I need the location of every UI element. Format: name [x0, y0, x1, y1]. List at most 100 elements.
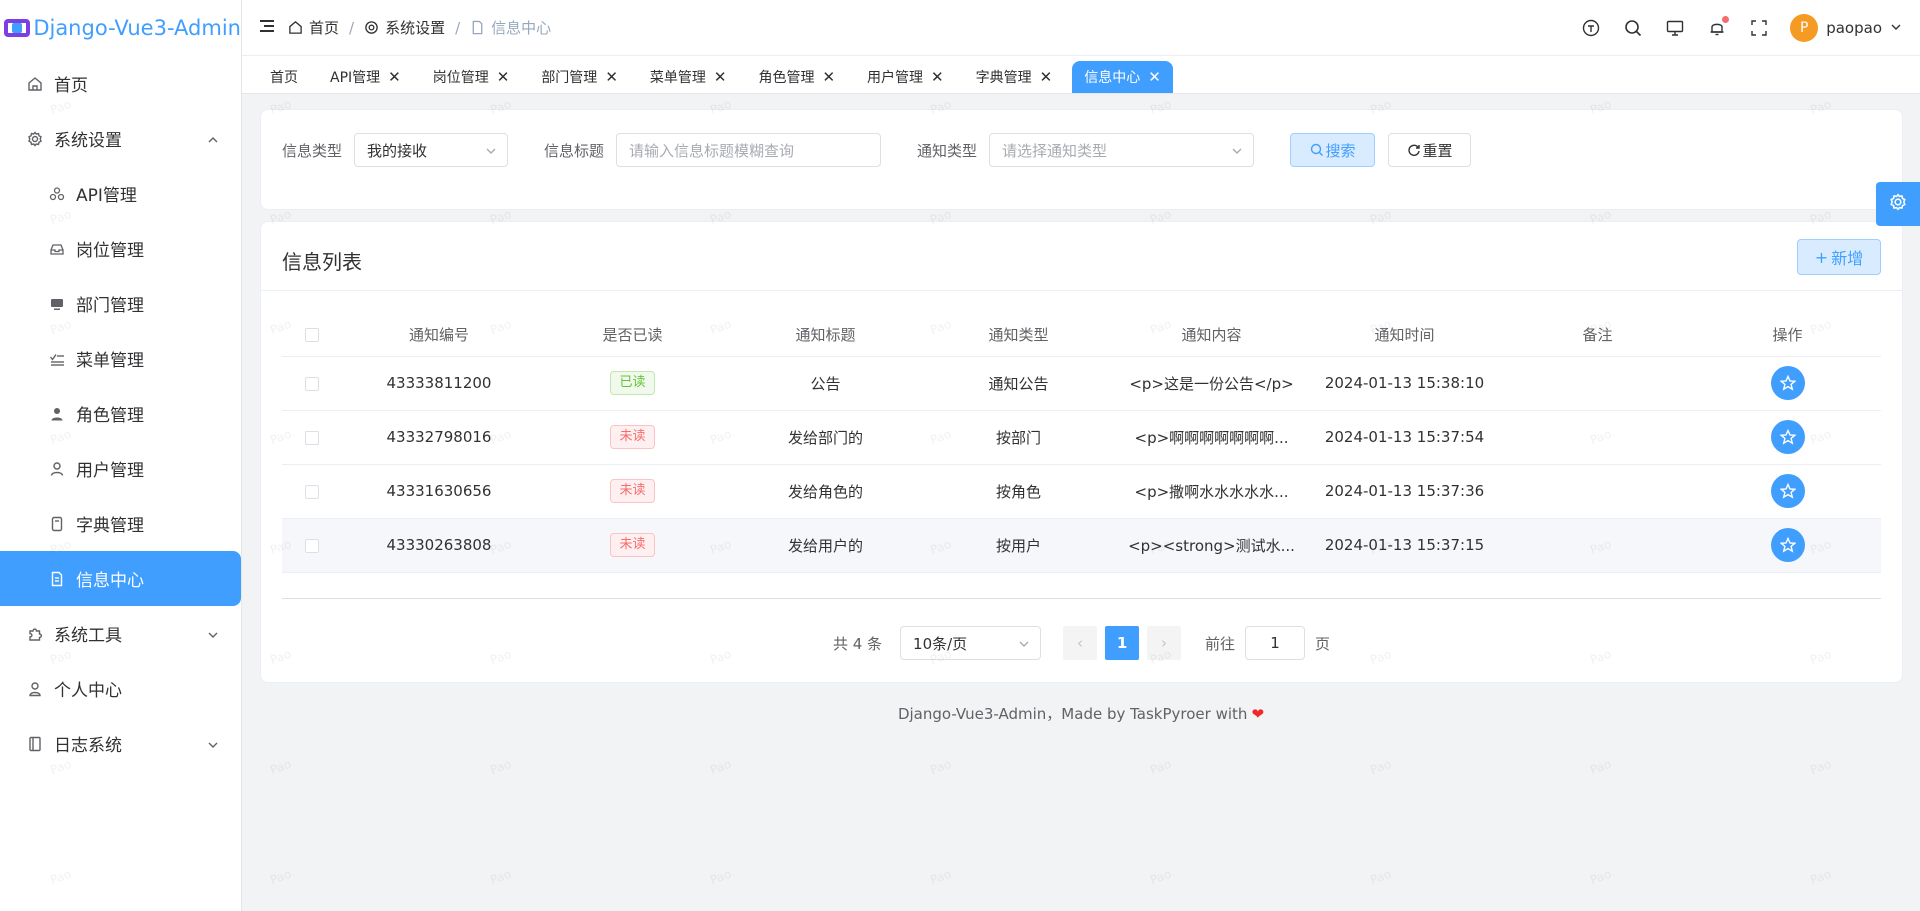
close-icon[interactable]: ✕: [1040, 68, 1053, 86]
sidebar-item-tools[interactable]: 系统工具: [0, 606, 241, 661]
sidebar: Django-Vue3-Admin 首页 系统设置 API管理 岗位管理 部门管…: [0, 0, 242, 911]
star-icon: [1779, 429, 1796, 445]
chevron-down-icon[interactable]: [1890, 19, 1902, 37]
type-label: 信息类型: [282, 141, 343, 160]
sidebar-item-profile[interactable]: 个人中心: [0, 661, 241, 716]
row-checkbox[interactable]: [305, 484, 319, 499]
tab-post[interactable]: 岗位管理 ✕: [421, 61, 522, 93]
cell-title: 发给用户的: [729, 518, 922, 573]
reset-button[interactable]: 重置: [1388, 133, 1472, 167]
table-row[interactable]: 43330263808 未读 发给用户的 按用户 <p><strong>测试水.…: [282, 518, 1881, 573]
tab-label: API管理: [330, 70, 381, 86]
sidebar-item-role[interactable]: 角色管理: [0, 386, 241, 441]
monitor-icon[interactable]: [1665, 18, 1685, 38]
heart-icon: ❤: [1251, 705, 1265, 723]
sidebar-item-logs[interactable]: 日志系统: [0, 716, 241, 771]
tab-api[interactable]: API管理 ✕: [318, 61, 413, 93]
tab-message-center[interactable]: 信息中心 ✕: [1072, 61, 1173, 93]
checklist-icon: [48, 350, 66, 368]
sidebar-item-dept[interactable]: 部门管理: [0, 276, 241, 331]
view-button[interactable]: [1770, 474, 1805, 508]
column-header: 是否已读: [536, 314, 729, 357]
tab-dept[interactable]: 部门管理 ✕: [529, 61, 630, 93]
cell-content: <p><strong>测试水...: [1115, 518, 1308, 573]
sidebar-item-menu[interactable]: 菜单管理: [0, 331, 241, 386]
cell-time: 2024-01-13 15:37:54: [1308, 410, 1501, 465]
view-button[interactable]: [1770, 420, 1805, 454]
search-icon: [1310, 143, 1324, 157]
sidebar-item-label: 个人中心: [54, 681, 122, 701]
close-icon[interactable]: ✕: [1148, 68, 1161, 86]
view-button[interactable]: [1770, 366, 1805, 400]
logo-icon: [4, 17, 30, 39]
goto-page-input[interactable]: 1: [1245, 626, 1306, 660]
next-page-button[interactable]: ›: [1147, 626, 1182, 660]
close-icon[interactable]: ✕: [497, 68, 510, 86]
sidebar-item-user[interactable]: 用户管理: [0, 441, 241, 496]
tab-user[interactable]: 用户管理 ✕: [855, 61, 956, 93]
layout-settings-button[interactable]: [1876, 182, 1920, 226]
chevron-left-icon: ‹: [1077, 634, 1084, 652]
breadcrumb-separator: /: [455, 18, 461, 37]
tab-home[interactable]: 首页: [258, 61, 310, 93]
notice-type-select[interactable]: 请选择通知类型: [989, 133, 1255, 167]
sidebar-item-label: API管理: [76, 186, 137, 206]
select-all-checkbox[interactable]: [305, 328, 319, 343]
close-icon[interactable]: ✕: [931, 68, 944, 86]
close-icon[interactable]: ✕: [605, 68, 618, 86]
fullscreen-icon[interactable]: [1749, 18, 1769, 38]
type-select[interactable]: 我的接收: [354, 133, 509, 167]
table-header-row: 通知编号 是否已读 通知标题 通知类型 通知内容 通知时间 备注 操作: [282, 314, 1881, 357]
prev-page-button[interactable]: ‹: [1063, 626, 1098, 660]
star-icon: [1779, 375, 1796, 391]
component-size-icon[interactable]: [1581, 18, 1601, 38]
view-button[interactable]: [1770, 528, 1805, 562]
add-button[interactable]: + 新增: [1797, 239, 1881, 275]
search-button[interactable]: 搜索: [1290, 133, 1376, 167]
tab-role[interactable]: 角色管理 ✕: [746, 61, 847, 93]
breadcrumb-home[interactable]: 首页: [309, 17, 339, 38]
document-icon: [470, 20, 485, 35]
sidebar-item-label: 系统工具: [54, 626, 122, 646]
watermark-text: Pao: [268, 756, 294, 778]
sidebar-item-dict[interactable]: 字典管理: [0, 496, 241, 551]
plus-icon: +: [1814, 247, 1829, 267]
api-icon: [48, 185, 66, 203]
bell-icon[interactable]: [1707, 16, 1730, 38]
user-name[interactable]: paopao: [1826, 19, 1882, 37]
watermark-text: Pao: [1368, 756, 1394, 778]
close-icon[interactable]: ✕: [388, 68, 401, 86]
add-button-label: 新增: [1831, 249, 1864, 268]
hamburger-icon[interactable]: [260, 19, 276, 37]
title-search-input[interactable]: 请输入信息标题模糊查询: [616, 133, 882, 167]
table-scrollbar-track[interactable]: [282, 598, 1881, 599]
breadcrumb-settings[interactable]: 系统设置: [385, 17, 445, 38]
sidebar-item-home[interactable]: 首页: [0, 56, 241, 111]
page-number-button[interactable]: 1: [1105, 626, 1140, 660]
avatar[interactable]: P: [1790, 14, 1819, 42]
page-size-select[interactable]: 10条/页: [900, 626, 1042, 660]
row-checkbox[interactable]: [305, 376, 319, 391]
row-checkbox[interactable]: [305, 538, 319, 553]
close-icon[interactable]: ✕: [822, 68, 835, 86]
search-icon[interactable]: [1623, 18, 1643, 38]
chevron-down-icon: [1231, 143, 1243, 161]
gear-icon: [364, 20, 379, 35]
sidebar-item-post[interactable]: 岗位管理: [0, 221, 241, 276]
chevron-down-icon: [207, 626, 219, 646]
table-row[interactable]: 43332798016 未读 发给部门的 按部门 <p>啊啊啊啊啊啊啊... 2…: [282, 410, 1881, 465]
close-icon[interactable]: ✕: [714, 68, 727, 86]
notification-dot: [1722, 16, 1730, 23]
sidebar-item-settings[interactable]: 系统设置: [0, 111, 241, 166]
logo[interactable]: Django-Vue3-Admin: [0, 0, 241, 56]
tab-menu[interactable]: 菜单管理 ✕: [638, 61, 739, 93]
table-row[interactable]: 43333811200 已读 公告 通知公告 <p>这是一份公告</p> 202…: [282, 356, 1881, 411]
tab-dict[interactable]: 字典管理 ✕: [964, 61, 1065, 93]
sidebar-item-api[interactable]: API管理: [0, 166, 241, 221]
chevron-down-icon: [207, 736, 219, 756]
table-row[interactable]: 43331630656 未读 发给角色的 按角色 <p>撒啊水水水水水... 2…: [282, 464, 1881, 519]
row-checkbox[interactable]: [305, 430, 319, 445]
watermark-text: Pao: [488, 866, 514, 888]
sidebar-item-message-center[interactable]: 信息中心: [0, 551, 241, 606]
column-header: 备注: [1501, 314, 1694, 357]
